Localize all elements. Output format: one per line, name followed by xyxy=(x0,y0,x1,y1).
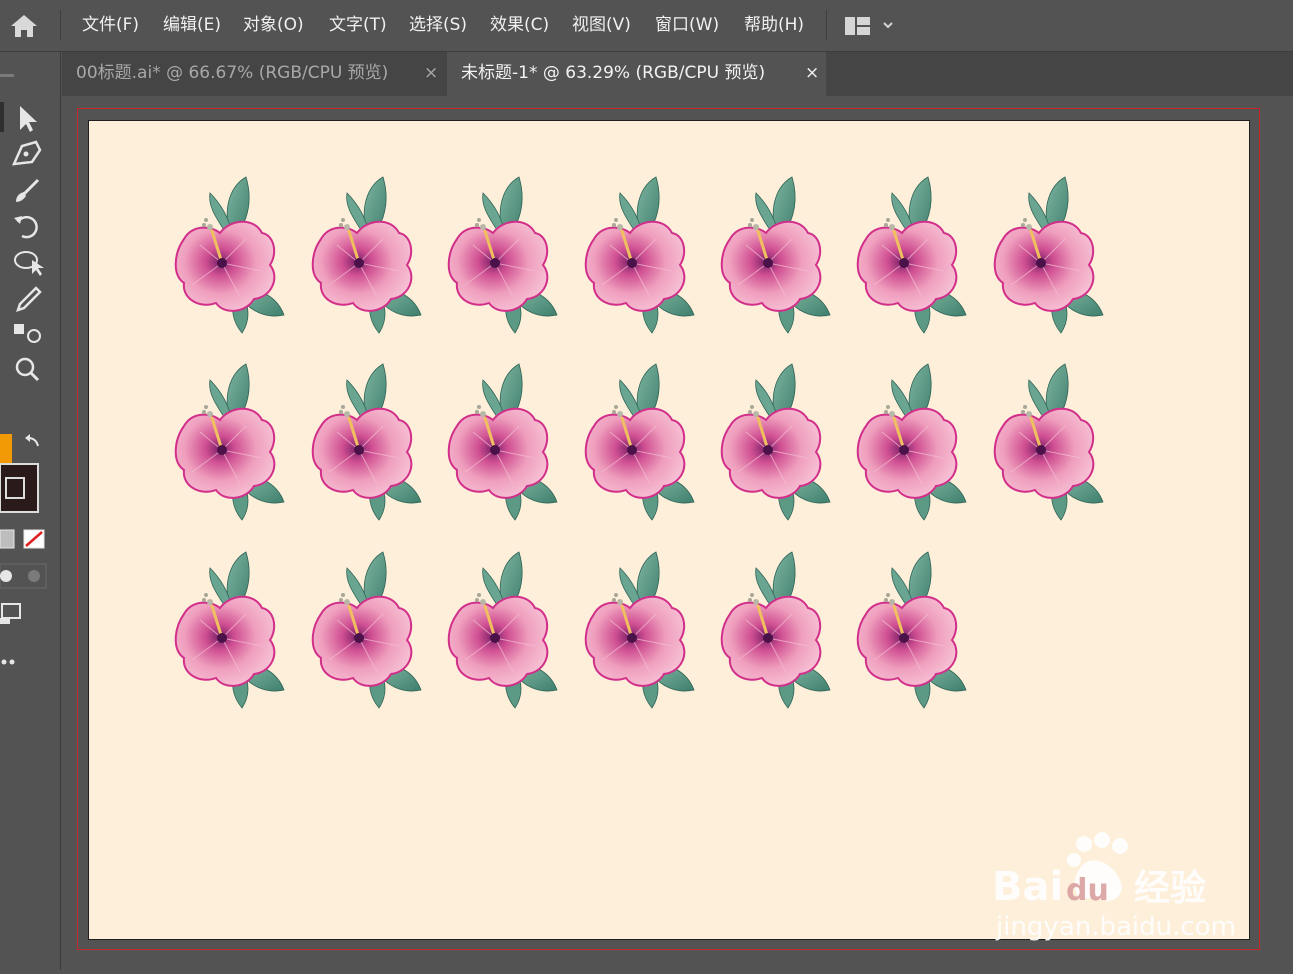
menu-help[interactable]: 帮助(H) xyxy=(744,0,804,51)
document-tab-bar: 00标题.ai* @ 66.67% (RGB/CPU 预览) × 未标题-1* … xyxy=(62,52,1293,96)
selection-tool-icon[interactable] xyxy=(0,102,37,132)
zoom-tool-icon[interactable] xyxy=(15,357,40,382)
tab-label: 00标题.ai* @ 66.67% (RGB/CPU 预览) xyxy=(76,63,389,83)
hibiscus-flower[interactable] xyxy=(307,362,427,522)
hibiscus-flower[interactable] xyxy=(307,175,427,335)
panel-grip-icon[interactable] xyxy=(0,74,14,77)
hibiscus-flower[interactable] xyxy=(716,550,836,710)
menu-effect[interactable]: 效果(C) xyxy=(490,0,549,51)
none-swatch-icon[interactable] xyxy=(23,529,45,549)
paintbrush-tool-icon[interactable] xyxy=(16,178,40,202)
watermark-url: jingyan.baidu.com xyxy=(996,912,1236,942)
shape-builder-tool-icon[interactable] xyxy=(14,251,44,276)
hibiscus-flower[interactable] xyxy=(852,175,972,335)
hibiscus-flower[interactable] xyxy=(580,175,700,335)
hibiscus-flower[interactable] xyxy=(580,550,700,710)
hibiscus-flower[interactable] xyxy=(580,362,700,522)
hibiscus-flower[interactable] xyxy=(989,362,1109,522)
pen-tool-icon[interactable] xyxy=(11,140,42,166)
menu-type[interactable]: 文字(T) xyxy=(329,0,387,51)
baidu-jingyan-watermark: Bai du 经验 jingyan.baidu.com xyxy=(990,828,1236,943)
gradient-swatch-icon[interactable] xyxy=(0,529,15,549)
tab-close-icon[interactable]: × xyxy=(805,52,819,94)
eyedropper-tool-icon[interactable] xyxy=(16,286,42,312)
baidu-logo-mark: Bai du 经验 xyxy=(992,832,1206,910)
svg-text:du: du xyxy=(1066,873,1109,908)
menu-object[interactable]: 对象(O) xyxy=(243,0,304,51)
blend-tool-icon[interactable] xyxy=(14,324,41,343)
tab-label: 未标题-1* @ 63.29% (RGB/CPU 预览) xyxy=(461,63,766,83)
hibiscus-flower[interactable] xyxy=(443,550,563,710)
menu-view[interactable]: 视图(V) xyxy=(572,0,631,51)
hibiscus-flower[interactable] xyxy=(443,362,563,522)
svg-text:经验: 经验 xyxy=(1134,868,1206,909)
screen-mode-icon[interactable] xyxy=(0,603,21,624)
menu-file[interactable]: 文件(F) xyxy=(82,0,139,51)
menu-bar: 文件(F) 编辑(E) 对象(O) 文字(T) 选择(S) 效果(C) 视图(V) 窗口(W)… xyxy=(0,0,1293,52)
drawing-mode-icon[interactable] xyxy=(0,563,47,589)
swap-fill-stroke-icon[interactable] xyxy=(25,434,39,447)
svg-text:Bai: Bai xyxy=(992,864,1063,910)
hibiscus-flower[interactable] xyxy=(716,175,836,335)
hibiscus-flower[interactable] xyxy=(170,362,290,522)
tools-panel xyxy=(0,52,61,970)
workspace-layout-icon[interactable] xyxy=(845,15,905,37)
menu-separator xyxy=(826,10,827,40)
hibiscus-flower[interactable] xyxy=(852,550,972,710)
tab-document-1[interactable]: 00标题.ai* @ 66.67% (RGB/CPU 预览) × xyxy=(62,52,446,96)
hibiscus-flower[interactable] xyxy=(716,362,836,522)
menu-window[interactable]: 窗口(W) xyxy=(655,0,719,51)
hibiscus-flower[interactable] xyxy=(170,175,290,335)
tab-document-2[interactable]: 未标题-1* @ 63.29% (RGB/CPU 预览) × xyxy=(447,52,826,96)
more-tools-icon[interactable] xyxy=(1,659,15,665)
menu-separator xyxy=(60,10,61,40)
hibiscus-flower[interactable] xyxy=(307,550,427,710)
tab-close-icon[interactable]: × xyxy=(424,52,438,94)
hibiscus-flower[interactable] xyxy=(170,550,290,710)
home-icon[interactable] xyxy=(8,12,40,40)
hibiscus-flower[interactable] xyxy=(852,362,972,522)
stroke-color-swatch[interactable] xyxy=(0,463,39,513)
tools-panel-graphics xyxy=(0,74,47,665)
rotate-tool-icon[interactable] xyxy=(14,215,38,239)
hibiscus-flower[interactable] xyxy=(989,175,1109,335)
menu-edit[interactable]: 编辑(E) xyxy=(163,0,221,51)
menu-select[interactable]: 选择(S) xyxy=(409,0,467,51)
hibiscus-flower[interactable] xyxy=(443,175,563,335)
